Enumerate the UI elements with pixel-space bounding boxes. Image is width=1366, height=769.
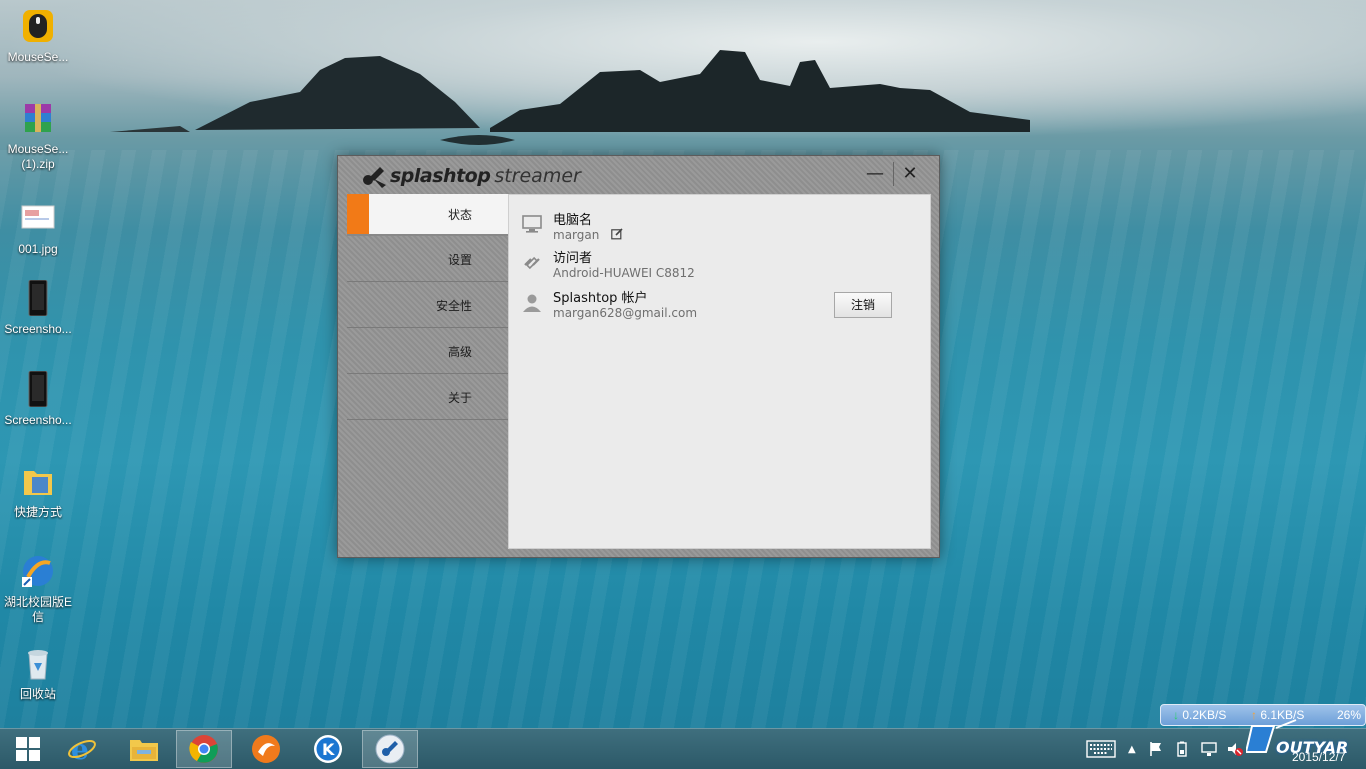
taskbar-chrome[interactable] [176, 730, 232, 768]
nav-tab-about[interactable]: 关于 [347, 374, 508, 420]
kugou-icon: K [314, 735, 342, 763]
nav-tab-status[interactable]: 状态 [347, 194, 508, 236]
desktop-icon-label: Screensho... [4, 322, 72, 336]
desktop-icon-label: 001.jpg [18, 242, 58, 256]
phone-screenshot-icon [28, 279, 48, 317]
edit-icon[interactable] [611, 228, 623, 240]
phone-screenshot-icon [28, 370, 48, 408]
windows-logo-icon [16, 737, 40, 761]
splashtop-logo-icon [363, 167, 386, 188]
desktop-icon-label: Screensho... [4, 413, 72, 427]
desktop-icon-label-line2: (1).zip [21, 157, 55, 171]
battery-icon[interactable] [1174, 741, 1190, 757]
chrome-icon [189, 735, 218, 763]
computer-name-title: 电脑名 [553, 213, 593, 228]
exin-app-icon [22, 556, 53, 587]
desktop-icon-label: 快捷方式 [13, 505, 62, 519]
mouse-app-icon [23, 10, 53, 42]
taskbar-splashtop[interactable] [362, 730, 418, 768]
system-tray: ▲ [1086, 729, 1244, 769]
visitor-title: 访问者 [553, 251, 593, 266]
splashtop-logo: splashtop streamer [360, 163, 581, 189]
visitor-value: Android-HUAWEI C8812 [553, 266, 695, 280]
computer-name-row: 电脑名 margan [521, 209, 921, 249]
network-icon[interactable] [1200, 741, 1218, 757]
monitor-icon [522, 215, 542, 233]
taskbar-clock-date[interactable]: 2015/12/7 [1292, 750, 1345, 764]
logout-button[interactable]: 注销 [834, 292, 892, 318]
desktop-icon-label: MouseSe... [7, 142, 69, 156]
status-panel: 电脑名 margan 访问者 Android-HUAWEI C8812 Spla… [508, 194, 931, 549]
visitor-row: 访问者 Android-HUAWEI C8812 [521, 247, 921, 287]
nav-tab-advanced[interactable]: 高级 [347, 328, 508, 374]
computer-name-value-wrap: margan [553, 228, 623, 242]
start-button[interactable] [0, 730, 56, 768]
desktop-icon-hubei-exin[interactable]: 湖北校园版E 信 [0, 553, 76, 625]
desktop-icon-mouseserver[interactable]: MouseSe... [0, 8, 76, 65]
computer-name-value: margan [553, 228, 600, 242]
download-arrow-icon: ↓ [1173, 708, 1179, 722]
taskbar: e K ▲ [0, 728, 1366, 769]
user-icon [523, 294, 541, 312]
taskbar-app-orange[interactable] [238, 730, 294, 768]
desktop-icon-screenshot-1[interactable]: Screensho... [0, 279, 76, 337]
svg-text:e: e [71, 734, 89, 764]
desktop-icon-recycle-bin[interactable]: 回收站 [0, 645, 76, 702]
close-button[interactable]: ✕ [896, 162, 924, 186]
svg-text:K: K [322, 740, 335, 759]
minimize-button[interactable]: — [861, 162, 889, 186]
tray-expand-icon[interactable]: ▲ [1128, 744, 1136, 755]
window-titlebar[interactable]: splashtop streamer — ✕ [338, 156, 939, 194]
settings-sidebar: 状态 设置 安全性 高级 关于 [347, 194, 508, 548]
keyboard-icon[interactable] [1086, 740, 1116, 758]
nav-tab-label: 关于 [447, 391, 472, 405]
action-center-flag-icon[interactable] [1148, 741, 1164, 757]
titlebar-divider [893, 162, 894, 186]
nav-tab-label: 设置 [447, 253, 472, 267]
folder-shortcut-icon [24, 471, 52, 495]
image-file-icon [21, 205, 55, 229]
internet-explorer-icon: e [68, 734, 96, 764]
connection-icon [524, 256, 540, 270]
winrar-archive-icon [25, 104, 51, 132]
taskbar-kugou[interactable]: K [300, 730, 356, 768]
desktop-icon-label: 回收站 [19, 687, 56, 701]
nav-tab-security[interactable]: 安全性 [347, 282, 508, 328]
desktop-icon-screenshot-2[interactable]: Screensho... [0, 370, 76, 428]
download-speed-value: 0.2KB/S [1182, 708, 1227, 722]
desktop-icon-shortcut[interactable]: 快捷方式 [0, 463, 76, 520]
account-title: Splashtop 帐户 [553, 291, 648, 306]
splashtop-taskbar-icon [375, 734, 405, 764]
folder-icon [130, 740, 158, 761]
nav-tab-settings[interactable]: 设置 [347, 236, 508, 282]
taskbar-internet-explorer[interactable]: e [54, 730, 110, 768]
splashtop-streamer-window: splashtop streamer — ✕ 状态 设置 安全性 高级 关于 电… [337, 155, 940, 558]
brand-name: splashtop [390, 165, 491, 187]
desktop-icon-label: 湖北校园版E [3, 595, 72, 609]
recycle-bin-icon [28, 650, 48, 680]
taskbar-file-explorer[interactable] [116, 730, 172, 768]
product-name: streamer [494, 165, 581, 187]
download-speed: ↓ 0.2KB/S [1173, 708, 1226, 722]
desktop-icon-001-jpg[interactable]: 001.jpg [0, 200, 76, 257]
orange-app-icon [252, 735, 280, 763]
nav-tab-label: 高级 [447, 345, 472, 359]
nav-tab-label: 状态 [447, 208, 472, 222]
volume-muted-icon[interactable] [1226, 741, 1244, 757]
desktop-icon-mouseserver-zip[interactable]: MouseSe... (1).zip [0, 100, 76, 172]
desktop-icon-label-line2: 信 [31, 610, 44, 624]
active-tab-indicator [347, 194, 369, 234]
desktop-wallpaper-rocks [110, 50, 1030, 145]
account-value: margan628@gmail.com [553, 306, 698, 320]
nav-tab-label: 安全性 [435, 299, 472, 313]
desktop-icon-label: MouseSe... [7, 50, 69, 64]
